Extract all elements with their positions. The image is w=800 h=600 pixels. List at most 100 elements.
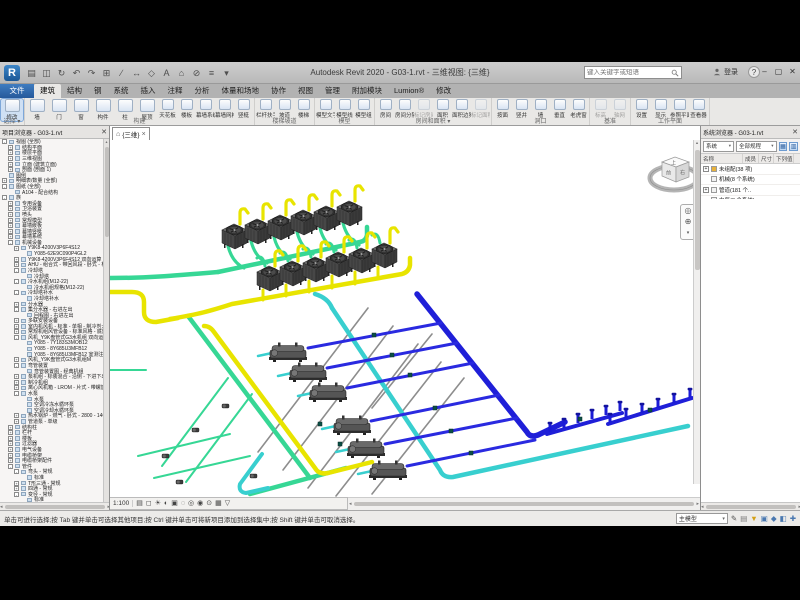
zoom-icon[interactable]: ⊕ (685, 218, 692, 226)
ribbon-button[interactable]: 幕墙网格 (215, 99, 234, 119)
tree-expander[interactable]: + (8, 201, 13, 206)
worksharing-display-icon[interactable]: ⊙ (206, 497, 212, 510)
filter-icon[interactable]: ▼ (750, 513, 757, 524)
tree-expander[interactable]: + (8, 206, 13, 211)
steering-wheel-icon[interactable]: ◎ (685, 207, 692, 215)
design-options-dropdown[interactable]: 主模型▾ (676, 513, 728, 524)
tree-expander[interactable]: + (14, 329, 19, 334)
tree-expander[interactable]: - (14, 307, 19, 312)
ribbon-button[interactable]: 查看器 (689, 99, 708, 119)
tree-expander[interactable]: + (8, 453, 13, 458)
ribbon-button[interactable]: 模型线 (335, 99, 354, 119)
tree-expander[interactable]: + (8, 162, 13, 167)
system-row[interactable]: + 管道(181 个.. (701, 185, 800, 196)
tree-expander[interactable]: + (8, 218, 13, 223)
tree-expander[interactable]: - (14, 290, 19, 295)
ribbon-button[interactable]: 按面 (493, 99, 512, 119)
ribbon-tab[interactable]: 插入 (135, 84, 162, 98)
column-header[interactable]: 名称 (701, 154, 743, 163)
ribbon-panel-label[interactable]: 选择 ▾ (1, 119, 23, 126)
select-by-face-icon[interactable]: ◧ (780, 513, 787, 524)
tree-expander[interactable]: - (2, 195, 7, 200)
tree-expander[interactable]: + (2, 178, 7, 183)
ribbon-button[interactable]: 模型文字 (316, 99, 335, 119)
column-header[interactable]: 下列值 (774, 154, 794, 163)
ribbon-button[interactable]: 幕墙系统 (196, 99, 215, 119)
ribbon-button[interactable]: 显示 (651, 99, 670, 119)
ribbon-button[interactable]: 面积 (433, 99, 452, 119)
svg-text:右[interactable]: 右 (680, 169, 685, 176)
tree-expander[interactable]: + (8, 234, 13, 239)
ribbon-button[interactable]: 楼板 (177, 99, 196, 119)
autofit-columns-icon[interactable]: ▦ (779, 142, 788, 151)
ribbon-button[interactable]: 墙 (26, 99, 48, 121)
tree-expander[interactable]: + (8, 229, 13, 234)
tree-expander[interactable]: + (14, 318, 19, 323)
shadows-icon[interactable]: ◐ (164, 497, 168, 510)
tree-expander[interactable]: - (14, 492, 19, 497)
project-browser-hscrollbar[interactable]: ◂▸ (0, 502, 110, 510)
visual-style-icon[interactable]: ◻ (146, 497, 152, 510)
close-button[interactable]: ✕ (787, 65, 798, 78)
ribbon-panel-label[interactable]: 房间和面积 ▾ (376, 119, 490, 126)
tree-item[interactable]: + 泵机组 - 标装混合 - 沿侧 - 下进下出 (0, 374, 103, 380)
minimize-button[interactable]: – (759, 65, 770, 78)
tree-expander[interactable]: + (14, 357, 19, 362)
ribbon-button[interactable]: 老虎窗 (569, 99, 588, 119)
ribbon-button[interactable]: 标记面积 (471, 99, 490, 119)
ribbon-tab[interactable]: 结构 (61, 84, 88, 98)
svg-text:前[interactable]: 前 (666, 170, 671, 177)
close-icon[interactable]: ✕ (101, 128, 107, 136)
ribbon-panel-label[interactable]: 洞口 (493, 119, 588, 126)
tree-expander[interactable]: + (14, 246, 19, 251)
tree-expander[interactable]: + (8, 167, 13, 172)
tree-expander[interactable]: + (14, 413, 19, 418)
tree-expander[interactable]: + (8, 212, 13, 217)
tree-expander[interactable]: + (8, 425, 13, 430)
ribbon-button[interactable]: 面积边界 (452, 99, 471, 119)
tree-expander[interactable]: - (14, 268, 19, 273)
ribbon-tab[interactable]: 修改 (430, 84, 457, 98)
column-settings-icon[interactable]: ▥ (789, 142, 798, 151)
ribbon-button[interactable]: 栏杆扶手 (256, 99, 275, 119)
ribbon-button[interactable]: 设置 (632, 99, 651, 119)
show-constraints-icon[interactable]: ▽ (225, 497, 230, 510)
sun-path-icon[interactable]: ☀ (155, 497, 161, 510)
tree-item[interactable]: + 风机_Y9K盘管式G3水机组M (0, 357, 103, 363)
ribbon-button[interactable]: 房间 (376, 99, 395, 119)
drag-on-selection-icon[interactable]: ✚ (790, 513, 796, 524)
ribbon-tab[interactable]: 建筑 (34, 84, 61, 98)
tree-expander[interactable]: + (14, 380, 19, 385)
ribbon-button[interactable]: 柱 (114, 99, 136, 121)
tree-expander[interactable]: + (8, 441, 13, 446)
ribbon-panel-label[interactable]: 楼梯坡道 (256, 119, 313, 126)
tree-expander[interactable]: - (14, 335, 19, 340)
view-tab[interactable]: ⌂ {三维} × (112, 127, 150, 140)
ribbon-panel-label[interactable]: 模型 (316, 119, 373, 126)
tree-expander[interactable]: - (14, 469, 19, 474)
tree-expander[interactable]: + (8, 223, 13, 228)
view-filter-dropdown[interactable]: 系统▾ (703, 141, 734, 152)
editable-only-icon[interactable]: ✎ (731, 513, 737, 524)
tree-expander[interactable]: - (14, 279, 19, 284)
ribbon-tab[interactable]: 钢 (88, 84, 108, 98)
tree-expander[interactable]: - (14, 363, 19, 368)
tree-expander[interactable]: + (8, 150, 13, 155)
ribbon-button[interactable]: 门 (48, 99, 70, 121)
system-browser-header[interactable]: 系统浏览器 - G03-1.rvt ✕ (701, 126, 800, 139)
canvas-vscrollbar[interactable]: ▴ (693, 140, 700, 484)
reveal-hidden-elements-icon[interactable]: ◉ (197, 497, 203, 510)
tree-expander[interactable]: + (8, 447, 13, 452)
tree-expander[interactable]: + (8, 145, 13, 150)
ribbon-tab[interactable]: 附加模块 (346, 84, 388, 98)
ribbon-tab[interactable]: 注释 (162, 84, 189, 98)
system-row[interactable]: + 未组配(38 项) (701, 164, 800, 175)
tree-expander[interactable]: + (8, 436, 13, 441)
ribbon-tab[interactable]: 分析 (189, 84, 216, 98)
search-box[interactable] (584, 66, 682, 79)
maximize-button[interactable]: ▢ (773, 65, 784, 78)
ribbon-tab[interactable]: 视图 (292, 84, 319, 98)
tree-expander[interactable]: + (14, 419, 19, 424)
crop-view-icon[interactable]: ▣ (171, 497, 178, 510)
ribbon-button[interactable]: 模型组 (354, 99, 373, 119)
